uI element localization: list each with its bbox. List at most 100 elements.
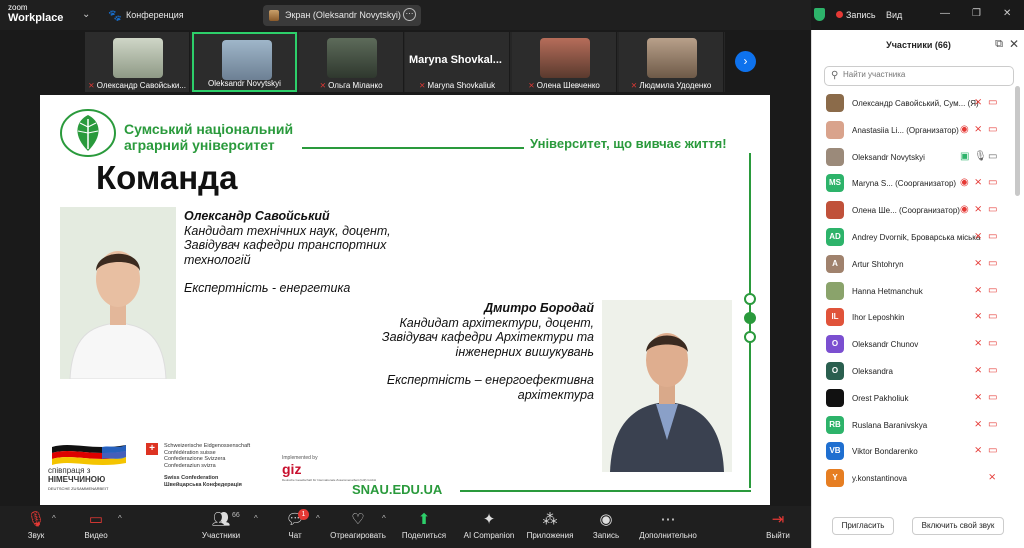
slide-dot <box>744 312 756 324</box>
sharer-avatar-icon <box>269 10 279 21</box>
participant-row[interactable]: Oleksandr Novytskyi ▣ 🎙︎ ▭ <box>812 144 1017 171</box>
participants-button[interactable]: 👥︎ Участники <box>191 510 251 540</box>
search-input[interactable] <box>843 70 1008 79</box>
person2-expertise: Експертність – енергоефективна <box>386 373 594 387</box>
unmute-self-button[interactable]: Включить свой звук <box>912 517 1004 535</box>
video-off-icon: ▭ <box>988 257 998 269</box>
tile-name: Людмила Удоденко <box>639 81 712 90</box>
participant-row[interactable]: VB Viktor Bondarenko ⨯ ▭ <box>812 438 1017 465</box>
screen-share-label: Экран (Oleksandr Novytskyi) <box>285 10 401 20</box>
record-dot-icon <box>836 11 843 18</box>
participants-panel-header: Участники (66) ⧉ ✕ <box>812 30 1024 62</box>
video-thumbnail <box>327 38 377 78</box>
participant-row[interactable]: Anastasiia Li... (Организатор) ◉ ⨯ ▭ <box>812 117 1017 144</box>
participant-row[interactable]: O Oleksandra ⨯ ▭ <box>812 358 1017 385</box>
mic-muted-icon: 🎙︎ <box>26 511 46 528</box>
close-icon[interactable]: ✕ <box>1003 8 1011 19</box>
participant-name: Andrey Dvornik, Броварська міська ... <box>852 232 982 242</box>
swiss-line: Confederaziun svizra <box>164 462 216 469</box>
shared-slide: Сумський національний аграрний університ… <box>40 95 770 505</box>
pop-out-icon[interactable]: ⧉ <box>995 38 1003 51</box>
more-icon[interactable]: ⋯ <box>403 8 416 21</box>
participant-row[interactable]: Олена Ше... (Соорганизатор) ◉ ⨯ ▭ <box>812 197 1017 224</box>
tile-name: Maryna Shovkaliuk <box>427 81 496 90</box>
person1-expertise: Експертність - енергетика <box>184 281 351 295</box>
person1-line: Завідувач кафедри транспортних <box>184 238 387 252</box>
participants-count: 66 <box>232 512 240 519</box>
meeting-title[interactable]: Конференция <box>126 10 184 20</box>
avatar: O <box>826 335 844 354</box>
view-button[interactable]: Вид <box>886 10 902 20</box>
avatar: MS <box>826 174 844 193</box>
avatar: O <box>826 361 844 380</box>
participant-row[interactable]: A Artur Shtohryn ⨯ ▭ <box>812 251 1017 278</box>
leave-button[interactable]: ⇥ Выйти <box>748 510 808 540</box>
participant-name: Oleksandr Chunov <box>852 340 919 350</box>
invite-button[interactable]: Пригласить <box>832 517 894 535</box>
share-button[interactable]: ⬆ Поделиться <box>394 510 454 540</box>
participant-row[interactable]: Yy.konstantinova ⨯ <box>812 465 1017 492</box>
mic-icon: 🎙︎ <box>974 150 987 162</box>
participants-panel-title: Участники (66) <box>886 40 951 50</box>
screen-share-pill[interactable]: Экран (Oleksandr Novytskyi) ⋯ <box>263 5 421 26</box>
participant-name: Ihor Leposhkin <box>852 313 905 323</box>
shield-icon[interactable] <box>814 8 825 21</box>
participant-row[interactable]: Олександр Савойський, Сум... (Я) ⨯ ▭ <box>812 90 1017 117</box>
meeting-paw-icon: 🐾 <box>108 10 122 22</box>
audio-label: Звук <box>27 531 45 540</box>
avatar: A <box>826 254 844 273</box>
apps-button[interactable]: ⁂ Приложения <box>520 510 580 540</box>
reactions-caret-icon[interactable]: ^ <box>382 514 386 523</box>
video-options-caret-icon[interactable]: ^ <box>118 514 122 523</box>
video-tile[interactable]: Maryna Shovkal... ⨯ Maryna Shovkaliuk <box>405 32 510 92</box>
audio-options-caret-icon[interactable]: ^ <box>52 514 56 523</box>
apps-label: Приложения <box>526 531 574 540</box>
participant-row[interactable]: O Oleksandr Chunov ⨯ ▭ <box>812 331 1017 358</box>
video-tile[interactable]: ⨯ Людмила Удоденко <box>619 32 724 92</box>
participant-name: Олександр Савойський, Сум... (Я) <box>852 99 979 108</box>
participant-row[interactable]: IL Ihor Leposhkin ⨯ ▭ <box>812 304 1017 331</box>
recording-label[interactable]: Запись <box>846 10 876 20</box>
swiss-confederation-logo: + Schweizerische Eidgenossenschaft Confé… <box>146 443 250 488</box>
germany-cooperation-line: DEUTSCHE ZUSAMMENARBEIT <box>48 486 109 491</box>
scrollbar[interactable] <box>1015 86 1020 196</box>
maximize-icon[interactable]: ❐ <box>972 8 981 19</box>
close-icon[interactable]: ✕ <box>1009 37 1019 51</box>
participant-row[interactable]: RB Ruslana Baranivskya ⨯ ▭ <box>812 412 1017 439</box>
person2-line: Завідувач кафедри Архітектури та <box>381 330 594 344</box>
video-tile-active[interactable]: Oleksandr Novytskyi <box>192 32 297 92</box>
participants-caret-icon[interactable]: ^ <box>254 514 258 523</box>
participant-row[interactable]: MS Maryna S... (Соорганизатор) ◉ ⨯ ▭ <box>812 170 1017 197</box>
video-off-icon: ▭ <box>988 418 998 430</box>
audio-button[interactable]: 🎙︎ Звук <box>6 510 66 540</box>
video-tile[interactable]: ⨯ Ольга Міланко <box>299 32 404 92</box>
university-name-line: аграрний університет <box>124 137 275 153</box>
ai-companion-button[interactable]: ✦ AI Companion <box>459 510 519 540</box>
participant-row[interactable]: AD Andrey Dvornik, Броварська міська ... ⨯… <box>812 224 1017 251</box>
reactions-button[interactable]: ♡ Отреагировать <box>328 510 388 540</box>
website: SNAU.EDU.UA <box>352 482 443 497</box>
person1-info: Олександр Савойський Кандидат технічних … <box>184 209 391 296</box>
person2-photo <box>602 300 732 472</box>
chat-caret-icon[interactable]: ^ <box>316 514 320 523</box>
video-tile[interactable]: ⨯ Олександр Савойськи... <box>85 32 190 92</box>
minimize-icon[interactable]: — <box>940 8 950 19</box>
mic-muted-icon: ⨯ <box>974 177 983 189</box>
more-icon: ⋯ <box>660 511 676 528</box>
chevron-down-icon[interactable]: ⌄ <box>82 9 90 20</box>
participants-icon: 👥︎ <box>211 511 231 528</box>
person1-line: Кандидат технічних наук, доцент, <box>184 223 391 238</box>
person2-line: інженерних вишукувань <box>455 344 594 359</box>
participant-row[interactable]: Orest Pakholiuk ⨯ ▭ <box>812 385 1017 412</box>
more-button[interactable]: ⋯ Дополнительно <box>638 510 698 540</box>
person1-name: Олександр Савойський <box>184 209 330 223</box>
tile-name: Олександр Савойськи... <box>96 81 186 90</box>
record-button[interactable]: ◉ Запись <box>576 510 636 540</box>
participant-row[interactable]: Hanna Hetmanchuk ⨯ ▭ <box>812 278 1017 305</box>
next-page-button[interactable]: › <box>735 51 756 72</box>
participant-name: Viktor Bondarenko <box>852 447 918 457</box>
video-button[interactable]: ▭ Видео <box>66 510 126 540</box>
sparkle-icon: ✦ <box>482 511 496 528</box>
video-tile[interactable]: ⨯ Олена Шевченко <box>512 32 617 92</box>
participant-search[interactable]: ⚲ <box>824 66 1014 86</box>
